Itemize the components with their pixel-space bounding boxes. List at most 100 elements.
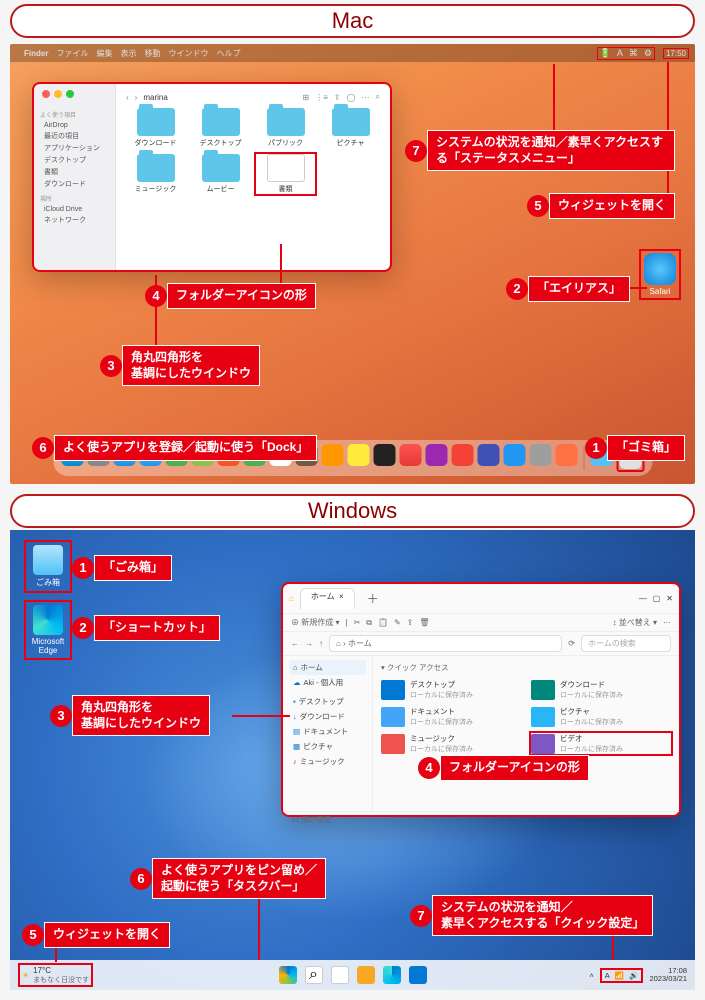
refresh-icon[interactable]: ⟳: [568, 639, 575, 648]
tags-icon[interactable]: ◯: [347, 93, 356, 102]
close-icon[interactable]: ✕: [666, 594, 673, 603]
qa-item[interactable]: ミュージックローカルに保存済み: [381, 733, 521, 754]
start-button[interactable]: [279, 966, 297, 984]
sidebar-item[interactable]: ☁Aki - 個人用: [289, 675, 366, 690]
explorer-window[interactable]: ⌂ ホーム × ＋ — ▢ ✕ ⊕ 新規作成 ▾ | ✂ ⧉ 📋 ✎ ⇪ 🗑 ↕…: [281, 582, 681, 817]
quick-settings[interactable]: A 📶 🔊: [600, 968, 644, 983]
menu-help[interactable]: ヘルプ: [216, 48, 240, 59]
menubar-appname[interactable]: Finder: [24, 49, 48, 58]
chevron-up-icon[interactable]: ˄: [589, 971, 593, 980]
safari-alias[interactable]: Safari: [639, 249, 681, 300]
minimize-icon[interactable]: —: [639, 594, 647, 603]
share-icon[interactable]: ⇪: [407, 618, 414, 627]
folder-item[interactable]: ダウンロード: [126, 108, 185, 148]
qa-item[interactable]: ビデオローカルに保存済み: [531, 733, 671, 754]
edge-icon[interactable]: [383, 966, 401, 984]
folder-item[interactable]: ムービー: [191, 154, 250, 194]
dock-reminders-icon[interactable]: [321, 444, 343, 466]
rename-icon[interactable]: ✎: [394, 618, 401, 627]
taskbar-date[interactable]: 2023/03/21: [649, 975, 687, 983]
control-center-icon[interactable]: ⚙: [644, 48, 652, 59]
folder-item[interactable]: デスクトップ: [191, 108, 250, 148]
qa-item[interactable]: ピクチャローカルに保存済み: [531, 706, 671, 727]
dock-app-icon[interactable]: [555, 444, 577, 466]
menu-window[interactable]: ウインドウ: [168, 48, 208, 59]
input-icon[interactable]: A: [617, 48, 623, 58]
delete-icon[interactable]: 🗑: [419, 618, 429, 627]
cut-icon[interactable]: ✂: [354, 618, 361, 627]
mac-status-menu[interactable]: 🔋 A ⌘ ⚙: [597, 47, 655, 60]
explorer-address[interactable]: ← → ↑ ⌂ › ホーム ⟳ ホームの検索: [283, 632, 679, 656]
dock-music-icon[interactable]: [399, 444, 421, 466]
sidebar-item[interactable]: アプリケーション: [40, 142, 109, 154]
qa-item[interactable]: デスクトップローカルに保存済み: [381, 679, 521, 700]
dock-keynote-icon[interactable]: [477, 444, 499, 466]
more-icon[interactable]: ⋯: [663, 618, 671, 627]
folder-item[interactable]: ミュージック: [126, 154, 185, 194]
action-icon[interactable]: ⋯: [362, 93, 370, 102]
dock-settings-icon[interactable]: [529, 444, 551, 466]
finder-content[interactable]: ダウンロード デスクトップ パブリック ピクチャ ミュージック ムービー 書類: [126, 108, 380, 194]
search-button[interactable]: ⌕: [305, 966, 323, 984]
sidebar-item[interactable]: ▤ドキュメント: [289, 724, 366, 739]
breadcrumb[interactable]: ⌂ › ホーム: [329, 635, 562, 652]
folder-item[interactable]: パブリック: [256, 108, 315, 148]
new-button[interactable]: ⊕ 新規作成 ▾: [291, 617, 339, 628]
copy-icon[interactable]: ⧉: [366, 618, 372, 628]
group-icon[interactable]: ⋮≡: [315, 93, 328, 102]
share-icon[interactable]: ⇪: [334, 93, 341, 102]
qa-item[interactable]: ダウンロードローカルに保存済み: [531, 679, 671, 700]
folder-item-documents[interactable]: 書類: [256, 154, 315, 194]
sidebar-item[interactable]: デスクトップ: [40, 154, 109, 166]
sidebar-item[interactable]: ネットワーク: [40, 214, 109, 226]
sidebar-item[interactable]: ♪ミュージック: [289, 754, 366, 769]
battery-icon[interactable]: 🔋: [600, 48, 611, 59]
explorer-content[interactable]: ▾ クイック アクセス デスクトップローカルに保存済み ダウンロードローカルに保…: [373, 656, 679, 811]
explorer-toolbar[interactable]: ⊕ 新規作成 ▾ | ✂ ⧉ 📋 ✎ ⇪ 🗑 ↕ 並べ替え ▾ ⋯: [283, 614, 679, 632]
sidebar-item-home[interactable]: ⌂ホーム: [289, 660, 366, 675]
taskbar-center[interactable]: ⌕: [279, 966, 427, 984]
explorer-tab[interactable]: ホーム ×: [300, 588, 355, 609]
sidebar-item[interactable]: ↓ダウンロード: [289, 709, 366, 724]
menu-view[interactable]: 表示: [120, 48, 136, 59]
paste-icon[interactable]: 📋: [378, 618, 388, 627]
store-icon[interactable]: [409, 966, 427, 984]
up-icon[interactable]: ↑: [319, 639, 323, 648]
dock-tv-icon[interactable]: [373, 444, 395, 466]
back-icon[interactable]: ‹: [126, 93, 129, 102]
search-icon[interactable]: ⌕: [376, 92, 380, 102]
qa-item[interactable]: ドキュメントローカルに保存済み: [381, 706, 521, 727]
view-grid-icon[interactable]: ⊞: [302, 93, 309, 102]
widgets-button[interactable]: ☀ 17°C まもなく日没です: [18, 963, 93, 987]
taskbar-right[interactable]: ˄ A 📶 🔊 17:08 2023/03/21: [589, 967, 687, 984]
dock-news-icon[interactable]: [451, 444, 473, 466]
sidebar-item[interactable]: ダウンロード: [40, 178, 109, 190]
sidebar-item[interactable]: 最近の項目: [40, 130, 109, 142]
close-icon[interactable]: [42, 90, 50, 98]
maximize-icon[interactable]: ▢: [653, 594, 661, 603]
finder-sidebar[interactable]: よく使う項目 AirDrop 最近の項目 アプリケーション デスクトップ 書類 …: [34, 84, 116, 270]
new-tab-button[interactable]: ＋: [357, 588, 389, 609]
search-input[interactable]: ホームの検索: [581, 635, 671, 652]
sidebar-item[interactable]: ▪デスクトップ: [289, 694, 366, 709]
menu-go[interactable]: 移動: [144, 48, 160, 59]
input-icon[interactable]: A: [605, 971, 610, 980]
wifi-icon[interactable]: ⌘: [629, 48, 638, 59]
recycle-bin[interactable]: ごみ箱: [24, 540, 72, 593]
wifi-icon[interactable]: 📶: [615, 971, 624, 980]
dock-podcasts-icon[interactable]: [425, 444, 447, 466]
sidebar-item[interactable]: ▦ピクチャ: [289, 739, 366, 754]
menubar-clock[interactable]: 17:50: [663, 48, 689, 59]
dock-appstore-icon[interactable]: [503, 444, 525, 466]
dock-notes-icon[interactable]: [347, 444, 369, 466]
explorer-icon[interactable]: [357, 966, 375, 984]
volume-icon[interactable]: 🔊: [629, 971, 638, 980]
menu-file[interactable]: ファイル: [56, 48, 88, 59]
sidebar-item[interactable]: AirDrop: [40, 121, 109, 130]
zoom-icon[interactable]: [66, 90, 74, 98]
back-icon[interactable]: ←: [291, 639, 299, 648]
taskview-button[interactable]: [331, 966, 349, 984]
sidebar-item[interactable]: iCloud Drive: [40, 205, 109, 214]
explorer-titlebar[interactable]: ⌂ ホーム × ＋ — ▢ ✕: [283, 584, 679, 614]
forward-icon[interactable]: →: [305, 639, 313, 648]
